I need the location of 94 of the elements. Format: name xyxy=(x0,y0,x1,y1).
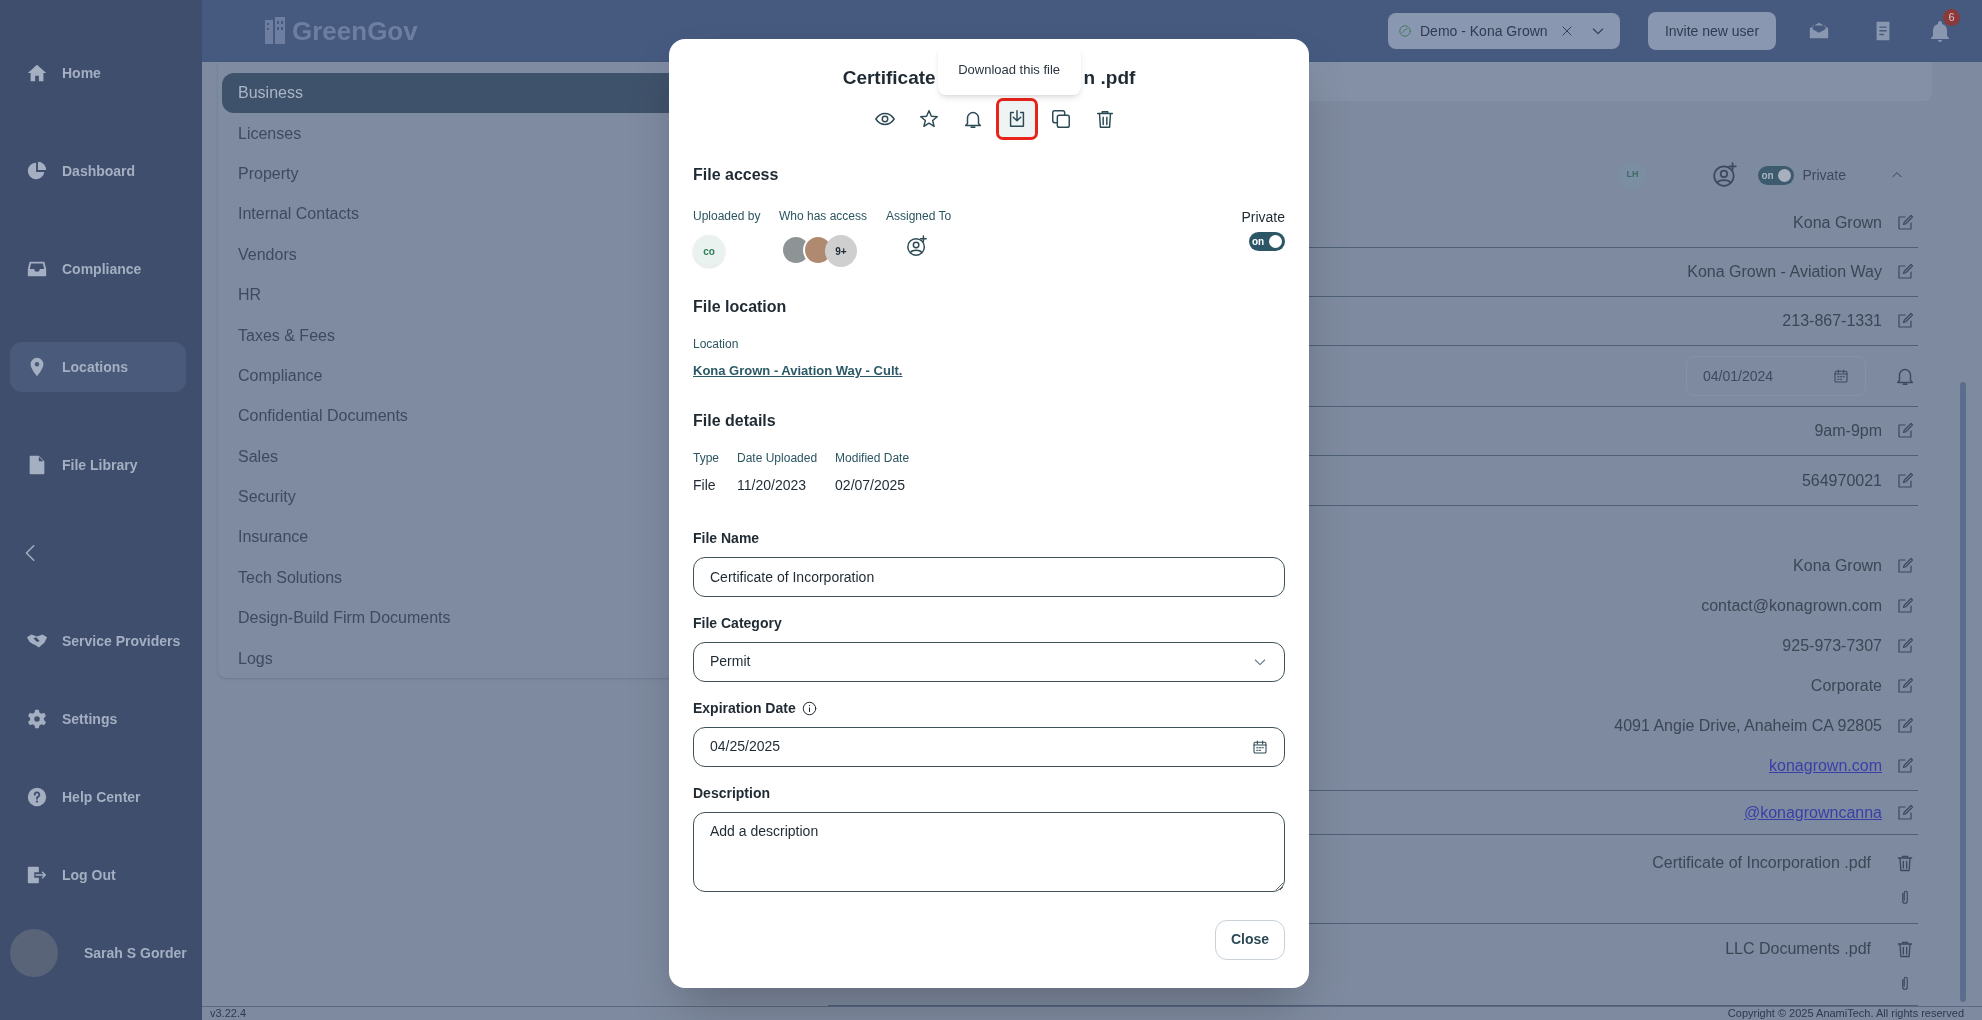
version-text: v3.22.4 xyxy=(210,1007,247,1020)
tooltip: Download this file xyxy=(937,45,1081,95)
field-label: Who has access xyxy=(779,208,869,225)
building-icon xyxy=(262,16,288,46)
sidebar-item[interactable]: Help Center xyxy=(26,786,141,808)
file-name[interactable]: LLC Documents .pdf xyxy=(1725,936,1871,961)
edit-icon[interactable] xyxy=(1896,677,1914,695)
sidebar-item[interactable]: Home xyxy=(10,48,186,98)
edit-icon[interactable] xyxy=(1896,263,1914,281)
field-label: Type xyxy=(693,449,719,467)
close-icon[interactable] xyxy=(1559,24,1574,38)
location-selector[interactable]: Demo - Kona Grown xyxy=(1388,13,1620,49)
edit-icon[interactable] xyxy=(1896,597,1914,615)
section-heading: File location xyxy=(693,297,788,317)
edit-icon[interactable] xyxy=(1896,757,1914,775)
copy-icon xyxy=(1050,108,1072,130)
file-name-field[interactable]: Certificate of Incorporation xyxy=(693,556,1285,597)
more-users-badge[interactable]: 9+ xyxy=(825,235,857,267)
user-avatar[interactable]: LH xyxy=(1618,161,1647,189)
info-icon[interactable] xyxy=(801,700,817,716)
date-field[interactable]: 04/25/2025 xyxy=(693,726,1285,767)
edit-icon[interactable] xyxy=(1896,803,1914,822)
field-label: Date Uploaded xyxy=(737,449,818,467)
link[interactable]: konagrown.com xyxy=(1769,754,1882,778)
settings-icon xyxy=(26,708,48,730)
field-label: Location xyxy=(693,336,740,353)
private-toggle[interactable]: on xyxy=(1758,165,1795,185)
field-label: Uploaded by xyxy=(693,208,762,225)
field-label: File Category xyxy=(693,613,783,633)
edit-icon[interactable] xyxy=(1896,422,1914,440)
add-user-icon[interactable] xyxy=(906,235,928,257)
sidebar-item[interactable]: Compliance xyxy=(10,244,186,294)
notification-badge: 6 xyxy=(1943,9,1960,26)
field-value: 925-973-7307 xyxy=(1782,636,1882,656)
copyright-text: Copyright © 2025 AnamiTech. All rights reserved xyxy=(1727,1007,1965,1020)
help-icon xyxy=(26,786,48,808)
section-heading: File details xyxy=(693,410,777,431)
field-value: 213-867-1331 xyxy=(1782,311,1882,331)
calendar-icon xyxy=(1833,368,1849,384)
field-value: Kona Grown - Aviation Way xyxy=(1687,262,1882,282)
user-name: Sarah S Gorder xyxy=(84,943,187,963)
field-value: 4091 Angie Drive, Anaheim CA 92805 xyxy=(1614,716,1882,736)
invite-user-button[interactable]: Invite new user xyxy=(1648,12,1776,50)
field-value: 02/07/2025 xyxy=(835,475,907,495)
field-value: contact@konagrown.com xyxy=(1701,596,1882,616)
field-value: Kona Grown xyxy=(1793,213,1882,233)
dialog-title: n .pdf xyxy=(1083,65,1136,90)
user-avatar[interactable]: co xyxy=(693,235,725,267)
field-label: Assigned To xyxy=(886,208,953,225)
edit-icon[interactable] xyxy=(1896,471,1914,490)
edit-icon[interactable] xyxy=(1896,717,1914,735)
link[interactable]: @konagrowncanna xyxy=(1743,800,1882,825)
field-value: Corporate xyxy=(1810,676,1882,696)
edit-icon[interactable] xyxy=(1896,637,1914,655)
field-value: 11/20/2023 xyxy=(737,475,808,495)
dialog-title: Certificate xyxy=(842,65,936,90)
field-label: Expiration Date xyxy=(693,698,796,718)
sidebar-item[interactable]: Dashboard xyxy=(10,146,186,196)
description-field[interactable]: Add a description xyxy=(693,811,1285,892)
close-button[interactable]: Close xyxy=(1215,919,1285,960)
field-value: 9am-9pm xyxy=(1814,421,1882,441)
trash-icon[interactable] xyxy=(1895,853,1915,873)
star-icon xyxy=(918,108,940,130)
edit-icon[interactable] xyxy=(1896,312,1914,330)
private-label: Private xyxy=(1802,165,1846,185)
pie-chart-icon xyxy=(26,160,48,182)
field-label: Modified Date xyxy=(835,449,910,467)
location-link[interactable]: Kona Grown - Aviation Way - Cult. xyxy=(693,361,903,381)
sidebar-item[interactable]: File Library xyxy=(10,440,186,490)
private-toggle[interactable]: on xyxy=(1249,232,1285,251)
field-label: Description xyxy=(693,783,771,803)
edit-icon[interactable] xyxy=(1896,214,1914,232)
scrollbar[interactable] xyxy=(1960,382,1966,1002)
sidebar-item[interactable]: Log Out xyxy=(26,864,116,886)
user-avatar[interactable] xyxy=(10,929,58,977)
trash-icon xyxy=(1094,108,1116,130)
sidebar-item[interactable]: Locations xyxy=(10,342,186,392)
log-out-icon xyxy=(26,864,48,886)
field-value: Kona Grown xyxy=(1793,556,1882,576)
private-label: Private xyxy=(1241,208,1285,227)
sidebar-item[interactable]: Service Providers xyxy=(26,630,181,652)
sidebar-item[interactable]: Settings xyxy=(26,708,118,730)
section-heading: File access xyxy=(693,165,780,185)
edit-icon[interactable] xyxy=(1896,557,1914,575)
field-value: 564970021 xyxy=(1801,470,1882,491)
bell-icon[interactable] xyxy=(1928,19,1952,43)
field-label: File Name xyxy=(693,528,761,548)
calendar-icon xyxy=(1252,738,1268,755)
field-value: File xyxy=(693,475,717,495)
home-icon xyxy=(26,62,48,84)
file-name[interactable]: Certificate of Incorporation .pdf xyxy=(1652,851,1871,875)
download-button[interactable] xyxy=(999,101,1035,137)
date-field[interactable]: 04/01/2024 xyxy=(1686,356,1866,396)
category-dropdown[interactable]: Permit xyxy=(693,641,1285,682)
